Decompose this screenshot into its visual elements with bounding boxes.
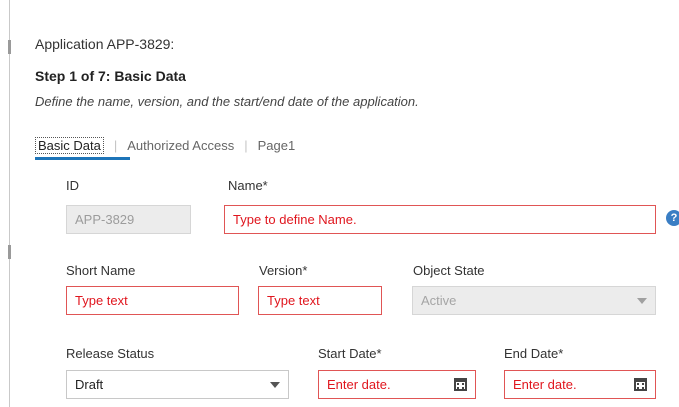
active-tab-indicator [35,157,130,160]
short-name-input[interactable]: Type text [66,286,239,315]
object-state-select: Active [412,286,656,315]
start-date-input[interactable]: Enter date. [318,370,476,399]
release-status-select[interactable]: Draft [66,370,289,399]
object-state-value: Active [421,293,457,308]
tab-bar: Basic Data | Authorized Access | Page1 [35,137,295,154]
step-title: Step 1 of 7: Basic Data [35,68,186,84]
version-input[interactable]: Type text [258,286,382,315]
tab-authorized-access[interactable]: Authorized Access [127,138,234,153]
id-field: APP-3829 [66,205,191,234]
start-date-placeholder: Enter date. [327,377,391,392]
end-date-input[interactable]: Enter date. [504,370,656,399]
short-name-label: Short Name [66,263,136,278]
name-label: Name* [228,178,268,193]
calendar-icon[interactable] [454,378,467,391]
release-status-label: Release Status [66,346,155,361]
end-date-label: End Date* [504,346,564,361]
application-title: Application APP-3829: [35,36,175,52]
end-date-placeholder: Enter date. [513,377,577,392]
calendar-icon[interactable] [634,378,647,391]
tab-page1[interactable]: Page1 [258,138,296,153]
help-icon[interactable]: ? [666,210,679,226]
version-label: Version* [259,263,308,278]
left-divider [9,0,10,407]
left-divider-marker [8,40,11,54]
step-description: Define the name, version, and the start/… [35,94,419,109]
id-label: ID [66,178,79,193]
chevron-down-icon [637,297,647,304]
release-status-value: Draft [75,377,104,392]
tab-separator: | [244,138,248,153]
chevron-down-icon [270,381,280,388]
start-date-label: Start Date* [318,346,382,361]
tab-separator: | [113,138,118,153]
object-state-label: Object State [413,263,485,278]
name-input[interactable]: Type to define Name. [224,205,656,234]
left-divider-marker [8,245,11,259]
tab-basic-data[interactable]: Basic Data [35,137,104,154]
